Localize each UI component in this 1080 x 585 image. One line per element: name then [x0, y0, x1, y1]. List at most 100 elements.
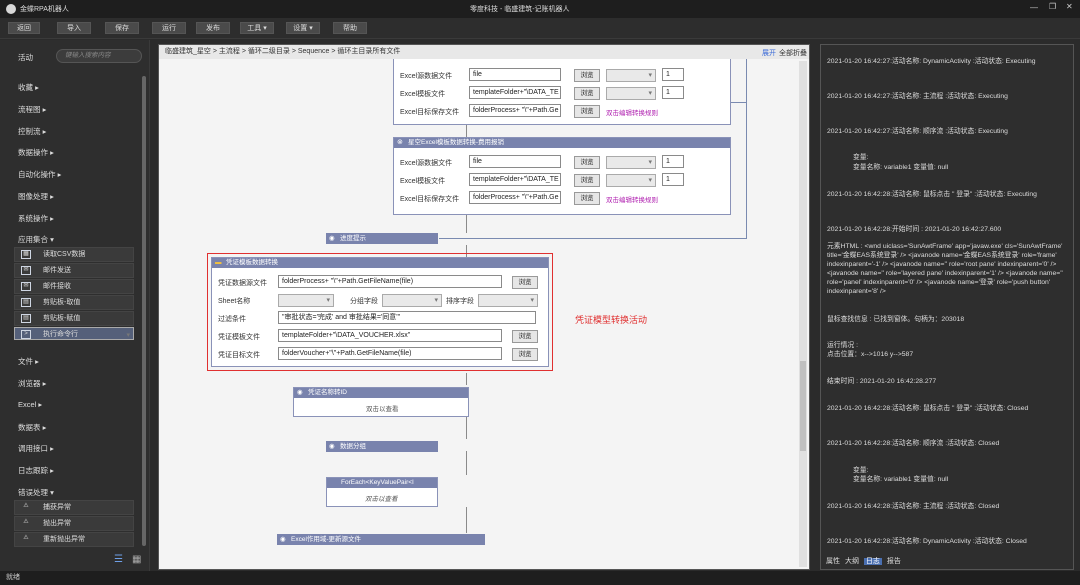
- browse-button[interactable]: 浏览: [512, 330, 538, 343]
- breadcrumb-item[interactable]: 循环主目录所有文件: [337, 48, 400, 55]
- activity-item-exec-cmd[interactable]: > 执行命令行: [14, 327, 134, 342]
- category-file[interactable]: 文件 ▸: [18, 356, 39, 367]
- browse-button[interactable]: 浏览: [574, 174, 600, 187]
- minimize-icon[interactable]: —: [1030, 3, 1038, 12]
- scroll-thumb[interactable]: [800, 361, 806, 451]
- tab-log[interactable]: 日志: [863, 558, 882, 565]
- index-input[interactable]: 1: [662, 173, 684, 186]
- help-button[interactable]: 帮助: [333, 22, 367, 34]
- breadcrumb-item[interactable]: 循环二级目录: [248, 48, 290, 55]
- sheet-select[interactable]: [606, 69, 656, 82]
- source-file-input[interactable]: file: [469, 155, 561, 168]
- activity-item-catch[interactable]: ⚠ 捕获异常: [14, 500, 134, 515]
- target-file-input[interactable]: folderProcess+ "\"+Path.Ge: [469, 191, 561, 204]
- category-log-label: 日志跟踪: [18, 466, 48, 475]
- list-view-icon[interactable]: ☰: [114, 554, 123, 565]
- category-excel[interactable]: Excel ▸: [18, 400, 42, 409]
- collapse-all-link[interactable]: 全部折叠: [779, 48, 807, 58]
- sheet-select[interactable]: [606, 87, 656, 100]
- publish-button[interactable]: 发布: [196, 22, 230, 34]
- filter-input[interactable]: "审批状态='完成' and 审批结果='同意'": [278, 311, 536, 324]
- category-system[interactable]: 系统操作 ▸: [18, 213, 54, 224]
- breadcrumb-item[interactable]: 主流程: [219, 48, 240, 55]
- category-app-set[interactable]: 应用集合 ▾: [18, 234, 54, 245]
- import-button[interactable]: 导入: [57, 22, 91, 34]
- sort-field-select[interactable]: [478, 294, 538, 307]
- browse-button[interactable]: 浏览: [512, 276, 538, 289]
- sheet-select[interactable]: [606, 174, 656, 187]
- breadcrumb-item[interactable]: 临盛建筑_星空: [165, 48, 211, 55]
- excel-scope-node[interactable]: ◉ Excel作用域-更新源文件: [277, 534, 485, 545]
- browse-button[interactable]: 浏览: [574, 87, 600, 100]
- workflow-canvas[interactable]: 临盛建筑_星空 > 主流程 > 循环二级目录 > Sequence > 循环主目…: [158, 44, 810, 570]
- target-file-input[interactable]: folderProcess+ "\"+Path.Ge: [469, 104, 561, 117]
- category-flowchart[interactable]: 流程图 ▸: [18, 104, 46, 115]
- template-file-input[interactable]: templateFolder+"\DATA_TE: [469, 173, 561, 186]
- expand-link[interactable]: 展开: [762, 48, 776, 58]
- block-header: ForEach<KeyValuePair<I: [327, 478, 437, 488]
- canvas-scrollbar[interactable]: [799, 61, 807, 567]
- index-input[interactable]: 1: [662, 86, 684, 99]
- category-error[interactable]: 错误处理 ▾: [18, 487, 54, 498]
- close-icon[interactable]: ✕: [1066, 2, 1073, 11]
- voucher-target-input[interactable]: folderVoucher+"\"+Path.GetFileName(file): [278, 347, 502, 360]
- category-log[interactable]: 日志跟踪 ▸: [18, 465, 54, 476]
- back-button[interactable]: 返回: [8, 22, 40, 34]
- index-input[interactable]: 1: [662, 68, 684, 81]
- progress-node[interactable]: ◉ 进度提示: [326, 233, 438, 244]
- category-favorites[interactable]: 收藏 ▸: [18, 82, 39, 93]
- search-placeholder: 键输入搜索内容: [65, 52, 111, 59]
- browse-button[interactable]: 浏览: [574, 69, 600, 82]
- edit-rules-link[interactable]: 双击编辑转换规则: [606, 194, 658, 204]
- category-favorites-label: 收藏: [18, 83, 33, 92]
- sheet-name-select[interactable]: [278, 294, 334, 307]
- browse-button[interactable]: 浏览: [512, 348, 538, 361]
- voucher-source-input[interactable]: folderProcess+ "\"+Path.GetFileName(file…: [278, 275, 502, 288]
- activity-item-rethrow[interactable]: ⚠ 重新抛出异常: [14, 532, 134, 547]
- activity-item-mail-send[interactable]: ✉ 邮件发送: [14, 263, 134, 278]
- category-automation[interactable]: 自动化操作 ▸: [18, 169, 61, 180]
- grid-view-icon[interactable]: ▦: [132, 554, 141, 565]
- category-browser[interactable]: 浏览器 ▸: [18, 378, 46, 389]
- edit-rules-link[interactable]: 双击编辑转换规则: [606, 107, 658, 117]
- browse-button[interactable]: 浏览: [574, 105, 600, 118]
- category-data-ops[interactable]: 数据操作 ▸: [18, 147, 54, 158]
- excel-template-block-1[interactable]: Excel源数据文件 file 浏览 1 Excel模板文件 templateF…: [393, 59, 731, 125]
- foreach-block[interactable]: ForEach<KeyValuePair<I 双击以查看: [326, 477, 438, 507]
- voucher-template-input[interactable]: templateFolder+"\DATA_VOUCHER.xlsx": [278, 329, 502, 342]
- collapse-icon[interactable]: ⊗: [397, 138, 403, 148]
- tab-report[interactable]: 报告: [887, 558, 901, 565]
- category-dataset[interactable]: 数据表 ▸: [18, 422, 46, 433]
- sheet-select[interactable]: [606, 156, 656, 169]
- activity-item-read-csv[interactable]: ▦ 读取CSV数据: [14, 247, 134, 262]
- template-file-input[interactable]: templateFolder+"\DATA_TE: [469, 86, 561, 99]
- activity-item-throw[interactable]: ⚠ 抛出异常: [14, 516, 134, 531]
- browse-button[interactable]: 浏览: [574, 156, 600, 169]
- browse-button[interactable]: 浏览: [574, 192, 600, 205]
- run-button[interactable]: 运行: [152, 22, 186, 34]
- source-file-input[interactable]: file: [469, 68, 561, 81]
- maximize-icon[interactable]: ❐: [1049, 2, 1056, 11]
- activity-search-input[interactable]: 键输入搜索内容: [56, 49, 142, 63]
- voucher-id-block[interactable]: ◉ 凭证名称转ID 双击以查看: [293, 387, 469, 417]
- category-invoke[interactable]: 调用接口 ▸: [18, 443, 54, 454]
- data-group-node[interactable]: ◉ 数据分组: [326, 441, 438, 452]
- tab-outline[interactable]: 大纲: [845, 558, 859, 565]
- left-scrollbar[interactable]: [142, 76, 146, 546]
- save-button[interactable]: 保存: [105, 22, 139, 34]
- activity-item-clipboard-get[interactable]: ▤ 剪贴板-取值: [14, 295, 134, 310]
- tools-menu[interactable]: 工具 ▾: [240, 22, 274, 34]
- category-image[interactable]: 图像处理 ▸: [18, 191, 54, 202]
- activity-item-clipboard-set[interactable]: ▤ 剪贴板-赋值: [14, 311, 134, 326]
- voucher-transform-block[interactable]: ▬ 凭证模板数据转换 凭证数据源文件 folderProcess+ "\"+Pat…: [211, 257, 549, 367]
- category-invoke-label: 调用接口: [18, 444, 48, 453]
- field-label: 分组字段: [350, 298, 378, 305]
- tab-props[interactable]: 属性: [826, 558, 840, 565]
- category-control[interactable]: 控制流 ▸: [18, 126, 46, 137]
- group-field-select[interactable]: [382, 294, 442, 307]
- index-input[interactable]: 1: [662, 155, 684, 168]
- excel-template-block-2[interactable]: ⊗ 星空Excel模板数据转换-费用报销 Excel源数据文件 file 浏览 1…: [393, 137, 731, 215]
- activity-item-mail-receive[interactable]: ✉ 邮件接收: [14, 279, 134, 294]
- breadcrumb-item[interactable]: Sequence: [298, 48, 330, 55]
- settings-menu[interactable]: 设置 ▾: [286, 22, 320, 34]
